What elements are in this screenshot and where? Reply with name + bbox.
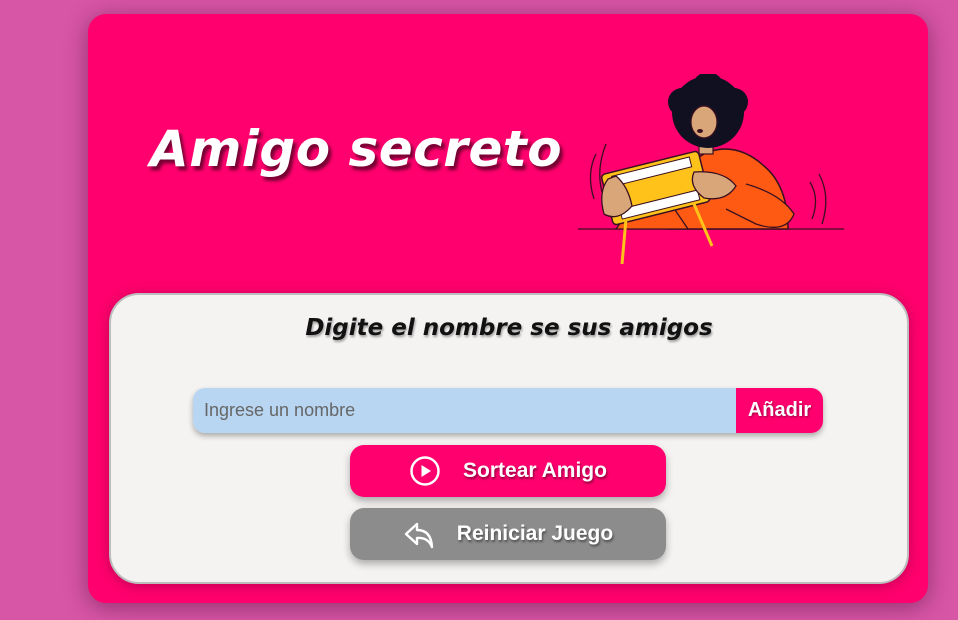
draw-friend-button[interactable]: Sortear Amigo (350, 445, 666, 497)
name-input[interactable] (193, 388, 736, 433)
main-card: Amigo secreto Digite el nombre se sus am… (88, 14, 928, 603)
gamer-illustration (578, 74, 844, 265)
reset-game-button[interactable]: Reiniciar Juego (350, 508, 666, 560)
reset-game-label: Reiniciar Juego (456, 522, 614, 545)
input-row: Añadir (193, 388, 823, 433)
add-button[interactable]: Añadir (736, 388, 823, 433)
page-title: Amigo secreto (150, 120, 563, 178)
section-title: Digite el nombre se sus amigos (305, 315, 713, 341)
play-circle-icon (409, 455, 441, 487)
reply-arrow-icon (403, 518, 435, 550)
draw-friend-label: Sortear Amigo (463, 459, 607, 482)
input-section: Digite el nombre se sus amigos Añadir So… (109, 293, 909, 584)
